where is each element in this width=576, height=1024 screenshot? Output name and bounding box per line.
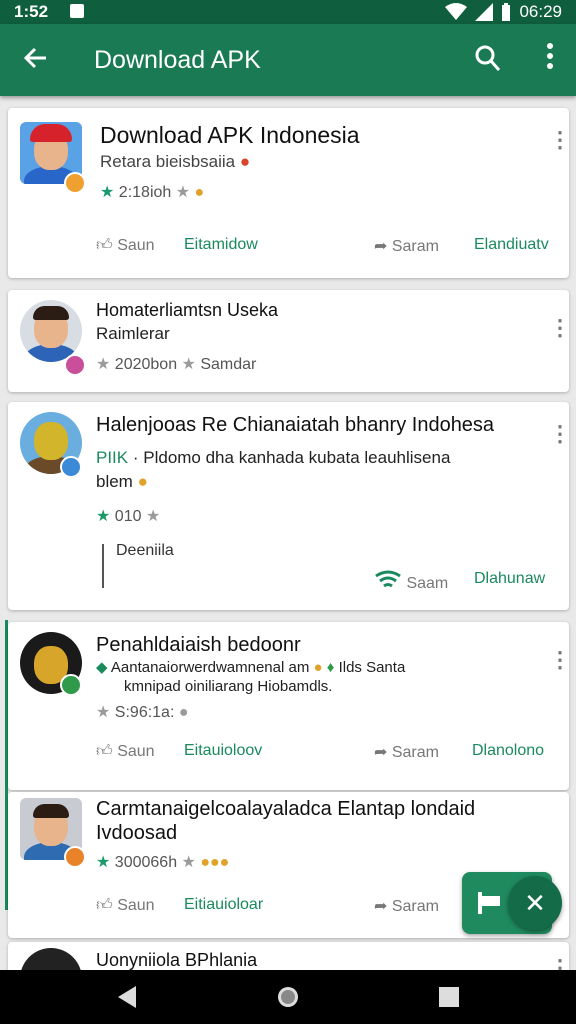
wifi-status-icon xyxy=(445,3,468,20)
share-icon: ➦ xyxy=(374,898,388,915)
badge-icon xyxy=(60,674,82,696)
star-icon: ★ xyxy=(96,854,111,871)
card-title-line2: Ivdoosad xyxy=(96,822,178,844)
notification-icon xyxy=(70,4,84,18)
share-button[interactable]: ➦ Saram xyxy=(374,236,439,256)
battery-icon xyxy=(502,3,511,21)
card-menu-icon[interactable]: ⋮ xyxy=(549,423,571,445)
thumb-up-icon: 👍︎ xyxy=(96,743,113,760)
emoji-icon: ●●● xyxy=(200,854,230,871)
search-icon[interactable] xyxy=(474,44,502,79)
card-meta: ★ 300066h ★ ●●● xyxy=(96,854,230,871)
download-link[interactable]: Eitiauioloar xyxy=(184,896,263,914)
card-title[interactable]: Penahldaiaish bedoonr xyxy=(96,634,301,657)
more-vert-icon[interactable] xyxy=(546,42,554,77)
emoji-icon: ● xyxy=(194,184,205,201)
star-icon: ★ xyxy=(96,508,111,525)
verified-badge-icon xyxy=(60,456,82,478)
post-card[interactable]: Homaterliamtsn Useka Raimlerar ★ 2020bon… xyxy=(8,290,571,392)
action-link[interactable]: Dlahunaw xyxy=(474,570,545,588)
badge-icon xyxy=(64,846,86,868)
download-link[interactable]: Eitamidow xyxy=(184,236,258,254)
like-button[interactable]: 👍︎ Saun xyxy=(96,236,155,255)
star-icon: ★ xyxy=(96,356,111,373)
card-menu-icon[interactable]: ⋮ xyxy=(549,649,571,671)
clock-icon: ● xyxy=(178,704,189,721)
card-title[interactable]: Uonyniiola BPhlania xyxy=(96,950,257,971)
card-subtitle: Raimlerar xyxy=(96,324,170,343)
post-card[interactable]: Halenjooas Re Chianaiatah bhanry Indohes… xyxy=(8,402,571,610)
poll-label: Deeniila xyxy=(116,542,174,559)
like-button[interactable]: 👍︎ Saun xyxy=(96,896,155,915)
emoji-icon: ● xyxy=(137,472,148,491)
share-button[interactable]: Saam xyxy=(374,570,448,593)
star-icon: ★ xyxy=(96,704,111,721)
card-title[interactable]: Carmtanaigelcoalayaladca Elantap londaid xyxy=(96,798,475,821)
card-line: kmnipad oiniliarang Hiobamdls. xyxy=(124,678,333,695)
post-card[interactable]: Penahldaiaish bedoonr ◆ Aantanaiorwerdwa… xyxy=(8,622,571,790)
emoji-icon: ● xyxy=(239,152,251,171)
emoji-icon: ● xyxy=(313,659,323,676)
star-icon: ★ xyxy=(145,508,161,525)
star-icon: ★ xyxy=(100,184,115,201)
leaf-icon: ♦ xyxy=(326,659,335,676)
star-icon: ★ xyxy=(181,854,196,871)
nav-home-icon[interactable] xyxy=(276,985,300,1009)
like-button[interactable]: 👍︎ Saun xyxy=(96,742,155,761)
thumb-up-icon: 👍︎ xyxy=(96,237,113,254)
flag-icon xyxy=(478,892,500,914)
card-subtitle: Retara bieisbsaiia ● xyxy=(100,152,251,171)
status-time: 1:52 xyxy=(14,2,49,21)
share-button[interactable]: ➦ Saram xyxy=(374,742,439,762)
nav-recents-icon[interactable] xyxy=(438,986,460,1008)
star-icon: ★ xyxy=(181,356,196,373)
share-button[interactable]: ➦ Saram xyxy=(374,896,439,916)
wifi-icon xyxy=(374,570,406,592)
star-icon: ★ xyxy=(175,184,191,201)
nav-back-icon[interactable] xyxy=(116,986,138,1008)
post-card[interactable]: Download APK Indonesia Retara bieisbsaii… xyxy=(8,108,571,278)
page-title: Download APK xyxy=(94,46,261,74)
signal-icon xyxy=(475,3,494,21)
card-title[interactable]: Halenjooas Re Chianaiatah bhanry Indohes… xyxy=(96,414,494,437)
avatar[interactable] xyxy=(20,300,82,362)
card-title[interactable]: Download APK Indonesia xyxy=(100,122,360,149)
status-bar: 1:52 06:29 xyxy=(0,0,576,24)
card-subtitle: PIIK · Pldomo dha kanhada kubata leauhli… xyxy=(96,448,451,467)
card-title[interactable]: Homaterliamtsn Useka xyxy=(96,300,278,321)
status-clock: 06:29 xyxy=(519,2,562,21)
card-meta: ★ 010 ★ xyxy=(96,508,161,525)
leaf-icon: ◆ xyxy=(96,659,108,676)
close-icon[interactable]: ✕ xyxy=(508,876,562,930)
status-icons: 06:29 xyxy=(445,2,562,22)
action-link[interactable]: Dlanolono xyxy=(472,742,544,760)
system-nav-bar xyxy=(0,970,576,1024)
action-link[interactable]: Elandiuatv xyxy=(474,236,549,254)
card-menu-icon[interactable]: ⋮ xyxy=(549,129,571,151)
share-icon: ➦ xyxy=(374,238,388,255)
card-meta: ★ 2:18ioh ★ ● xyxy=(100,184,205,201)
card-subtitle-line2: blem ● xyxy=(96,472,148,491)
share-icon: ➦ xyxy=(374,744,388,761)
fab-group[interactable]: ✕ xyxy=(462,872,562,934)
download-link[interactable]: Eitauioloov xyxy=(184,742,262,760)
app-bar: Download APK xyxy=(0,24,576,96)
card-menu-icon[interactable]: ⋮ xyxy=(549,317,571,339)
thumb-up-icon: 👍︎ xyxy=(96,897,113,914)
card-meta: ★ S:96:1a: ● xyxy=(96,704,189,721)
card-meta: ★ 2020bon ★ Samdar xyxy=(96,356,257,373)
card-line: ◆ Aantanaiorwerdwamnenal am ● ♦ Ilds San… xyxy=(96,659,406,676)
verified-badge-icon xyxy=(64,172,86,194)
badge-icon xyxy=(64,354,86,376)
back-arrow-icon[interactable] xyxy=(22,44,50,77)
poll-bar xyxy=(102,544,104,588)
